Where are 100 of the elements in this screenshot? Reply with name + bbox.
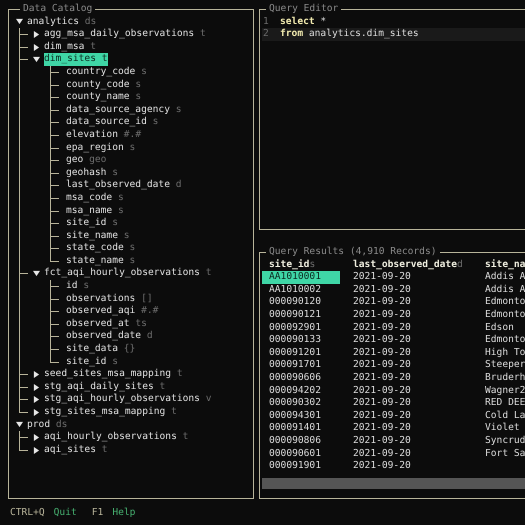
tree-item[interactable]: geohash s xyxy=(66,166,118,180)
table-cell[interactable]: Steeper xyxy=(478,359,525,372)
table-cell[interactable]: 000091901 xyxy=(262,460,340,473)
tree-item[interactable]: seed_sites_msa_mapping t xyxy=(44,368,183,381)
table-cell[interactable]: AA1010001 xyxy=(262,271,340,284)
table-cell[interactable]: 2021-09-20 xyxy=(346,410,472,422)
tree-item[interactable]: agg_msa_daily_observations t xyxy=(44,28,206,41)
table-cell[interactable]: Bruderh xyxy=(478,372,525,385)
tree-item[interactable]: dim_msa t xyxy=(44,40,96,54)
tree-item[interactable]: last_observed_date d xyxy=(66,179,182,192)
table-cell[interactable]: Edmonto xyxy=(478,308,525,322)
tree-item[interactable]: observed_at ts xyxy=(66,318,147,330)
column-header[interactable]: last_observed_dated xyxy=(346,258,478,272)
scrollbar[interactable] xyxy=(262,478,525,489)
tree-item[interactable]: site_id s xyxy=(66,217,118,230)
table-cell[interactable]: 2021-09-20 xyxy=(346,397,472,410)
table-cell[interactable]: 2021-09-20 xyxy=(346,322,472,334)
collapsed-arrow-icon[interactable] xyxy=(33,408,40,416)
table-cell[interactable]: 000091201 xyxy=(262,346,340,360)
collapsed-arrow-icon[interactable] xyxy=(33,434,40,441)
table-cell[interactable]: 2021-09-20 xyxy=(346,434,472,448)
table-cell[interactable]: 2021-09-20 xyxy=(346,448,472,460)
table-cell[interactable]: 2021-09-20 xyxy=(346,346,472,360)
table-cell[interactable]: 000094202 xyxy=(262,384,340,398)
table-cell[interactable]: Fort Sa xyxy=(478,448,525,460)
tree-item[interactable]: county_code s xyxy=(66,78,142,92)
expanded-arrow-icon[interactable] xyxy=(33,56,40,64)
table-cell[interactable]: 000090120 xyxy=(262,296,340,309)
tree-item[interactable]: observations [] xyxy=(66,292,153,306)
tree-item[interactable]: id s xyxy=(66,280,90,293)
tree-item[interactable]: stg_aqi_daily_sites t xyxy=(44,380,166,394)
tree-item[interactable]: prod ds xyxy=(27,418,68,432)
tree-item[interactable]: geo geo xyxy=(66,154,106,167)
tree-item[interactable]: state_name s xyxy=(66,254,136,268)
tree-item[interactable]: site_data {} xyxy=(66,343,136,356)
editor-panel[interactable]: Query Editor 1 select * 2 from analytics.dim_sites xyxy=(259,3,525,230)
tree-item[interactable]: country_code s xyxy=(66,66,147,79)
tree-item[interactable]: observed_date d xyxy=(66,330,153,344)
tree-item[interactable]: site_id s xyxy=(66,356,118,368)
table-cell[interactable]: 000090606 xyxy=(262,372,340,385)
table-cell[interactable]: AA1010002 xyxy=(262,284,340,296)
tree-item[interactable]: elevation #.# xyxy=(66,128,142,142)
tree-item[interactable]: county_name s xyxy=(66,91,142,104)
table-cell[interactable]: 2021-09-20 xyxy=(346,334,472,347)
tree-item[interactable]: aqi_sites t xyxy=(44,444,108,456)
collapsed-arrow-icon[interactable] xyxy=(33,396,40,404)
tree-item[interactable]: analytics ds xyxy=(27,16,96,28)
table-cell[interactable]: 2021-09-20 xyxy=(346,372,472,385)
tree-item[interactable]: state_code s xyxy=(66,242,136,255)
table-cell[interactable]: 2021-09-20 xyxy=(346,422,472,435)
table-cell[interactable]: 000091401 xyxy=(262,422,340,435)
collapsed-arrow-icon[interactable] xyxy=(33,371,40,378)
table-cell[interactable]: High To xyxy=(478,346,525,360)
table-cell[interactable]: 000092901 xyxy=(262,322,340,334)
column-header[interactable]: site_ids xyxy=(262,258,346,272)
table-cell[interactable]: 2021-09-20 xyxy=(346,284,472,296)
expanded-arrow-icon[interactable] xyxy=(16,421,23,428)
shortcut-action[interactable]: Quit xyxy=(54,507,77,520)
table-cell[interactable]: Edmonto xyxy=(478,334,525,347)
collapsed-arrow-icon[interactable] xyxy=(33,30,40,38)
tree-item[interactable]: stg_aqi_hourly_observations v xyxy=(44,393,212,406)
table-cell[interactable]: Cold La xyxy=(478,410,525,422)
table-cell[interactable]: Syncrud xyxy=(478,434,525,448)
expanded-arrow-icon[interactable] xyxy=(16,18,23,26)
table-cell[interactable]: 2021-09-20 xyxy=(346,384,472,398)
table-cell[interactable]: 000090302 xyxy=(262,397,340,410)
collapsed-arrow-icon[interactable] xyxy=(33,384,40,391)
table-cell[interactable]: 2021-09-20 xyxy=(346,296,472,309)
table-cell[interactable]: Violet xyxy=(478,422,525,435)
collapsed-arrow-icon[interactable] xyxy=(33,44,40,51)
expanded-arrow-icon[interactable] xyxy=(33,270,40,278)
table-cell[interactable]: 000090601 xyxy=(262,448,340,460)
tree-item[interactable]: msa_name s xyxy=(66,204,124,218)
column-header[interactable]: site_na xyxy=(478,258,525,272)
tree-item[interactable]: stg_sites_msa_mapping t xyxy=(44,406,177,419)
table-cell[interactable]: 000090121 xyxy=(262,308,340,322)
tree-item[interactable]: fct_aqi_hourly_observations t xyxy=(44,267,212,280)
tree-item[interactable]: data_source_agency s xyxy=(66,104,182,116)
tree-item[interactable]: aqi_hourly_observations t xyxy=(44,431,188,444)
tree-item[interactable]: msa_code s xyxy=(66,192,124,204)
tree-item[interactable]: observed_aqi #.# xyxy=(66,305,158,318)
table-cell[interactable]: 2021-09-20 xyxy=(346,271,472,284)
table-cell[interactable]: 2021-09-20 xyxy=(346,359,472,372)
table-cell[interactable]: 000090133 xyxy=(262,334,340,347)
collapsed-arrow-icon[interactable] xyxy=(33,446,40,454)
table-cell[interactable]: RED DEE xyxy=(478,397,525,410)
table-cell[interactable]: 000090806 xyxy=(262,434,340,448)
table-cell[interactable]: Addis A xyxy=(478,284,525,296)
table-cell[interactable]: 000091701 xyxy=(262,359,340,372)
table-cell[interactable]: Edmonto xyxy=(478,296,525,309)
table-cell[interactable]: Edson xyxy=(478,322,525,334)
table-cell[interactable]: 2021-09-20 xyxy=(346,460,472,473)
table-cell[interactable]: 2021-09-20 xyxy=(346,308,472,322)
table-cell[interactable]: Addis A xyxy=(478,271,525,284)
shortcut-action[interactable]: Help xyxy=(112,507,136,520)
tree-item[interactable]: dim_sites t xyxy=(44,53,108,66)
table-cell[interactable]: 000094301 xyxy=(262,410,340,422)
table-cell[interactable]: Wagner2 xyxy=(478,384,525,398)
tree-item[interactable]: site_name s xyxy=(66,230,130,242)
tree-item[interactable]: epa_region s xyxy=(66,142,136,154)
